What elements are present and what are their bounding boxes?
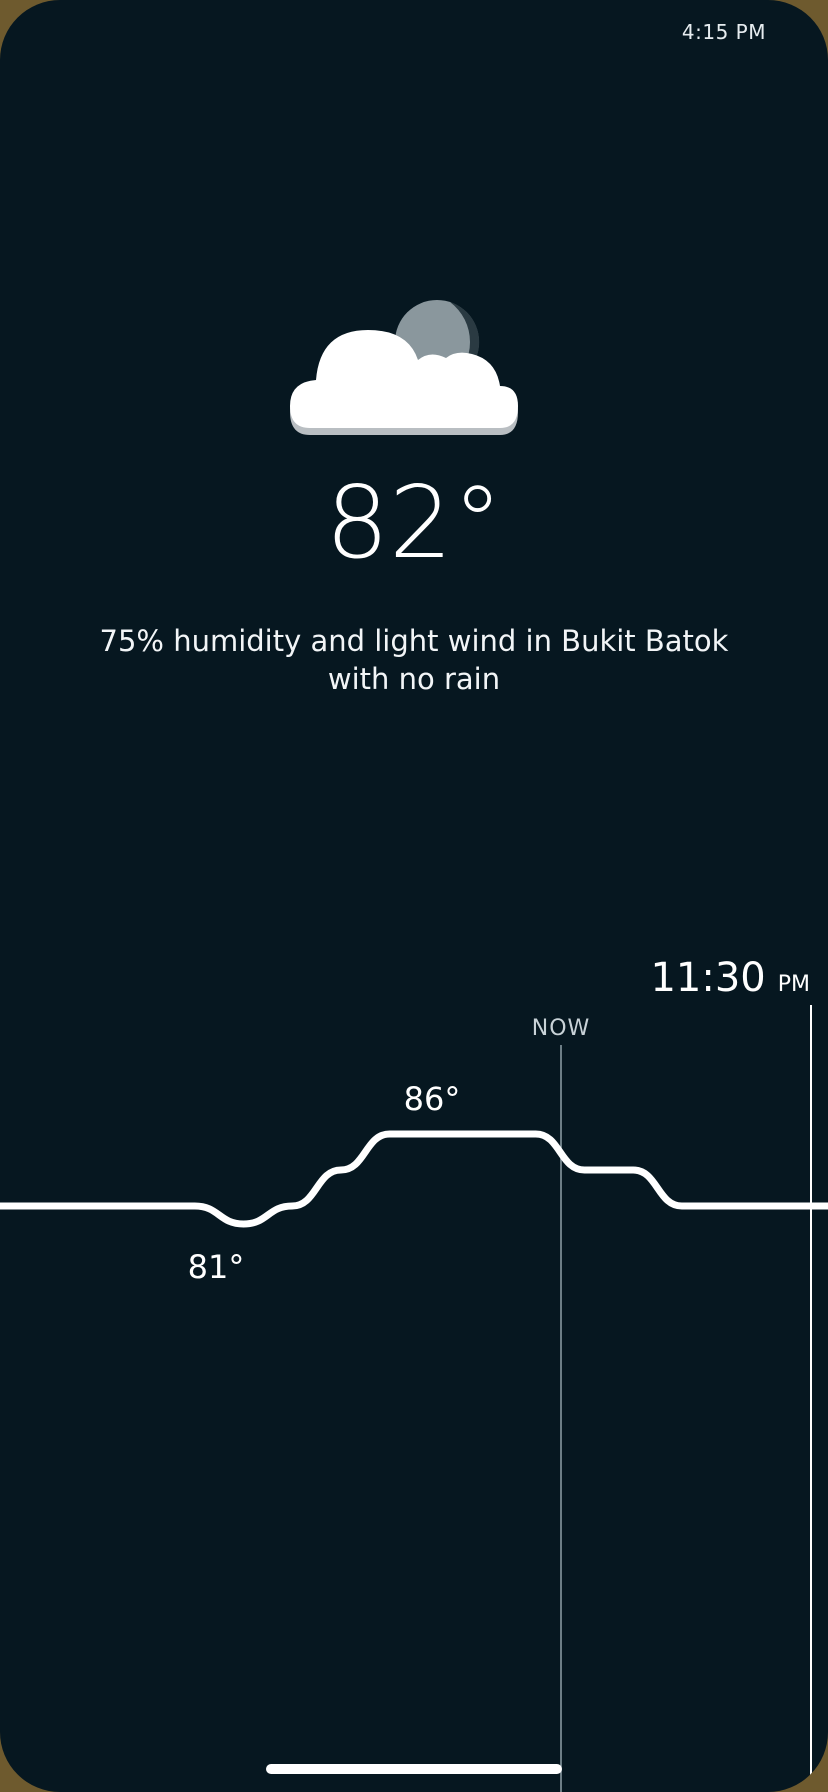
end-time-value: 11:30: [650, 955, 765, 1001]
temperature-timeline-chart[interactable]: NOW 11:30 PM 86° 81°: [0, 0, 828, 1792]
end-time-period: PM: [778, 972, 810, 997]
home-indicator[interactable]: [266, 1764, 562, 1774]
temperature-curve: [0, 1130, 828, 1228]
low-temperature-label: 81°: [188, 1248, 245, 1286]
high-temperature-label: 86°: [404, 1080, 461, 1118]
now-label: NOW: [532, 1016, 591, 1041]
weather-screen: 4:15 PM 82° 75% humidity and light wind …: [0, 0, 828, 1792]
end-time-label: 11:30 PM: [650, 955, 810, 1001]
